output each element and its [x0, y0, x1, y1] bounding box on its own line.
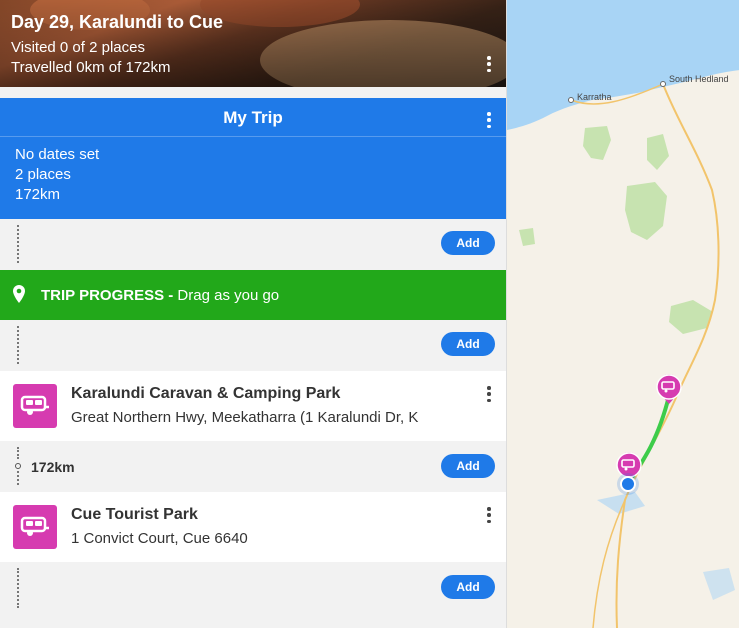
trip-progress-bar[interactable]: TRIP PROGRESS - Drag as you go — [0, 270, 506, 320]
route-connector — [17, 447, 19, 459]
trip-dates: No dates set — [15, 146, 100, 163]
trip-more-options-icon[interactable] — [483, 110, 495, 130]
insert-row: Add — [0, 320, 506, 371]
day-title: Day 29, Karalundi to Cue — [11, 12, 224, 32]
trip-progress-label: TRIP PROGRESS - — [41, 287, 174, 304]
place-more-options-icon[interactable] — [483, 505, 495, 525]
town-dot — [568, 97, 574, 103]
travelled-distance: Travelled 0km of 172km — [11, 59, 171, 76]
trip-divider — [0, 136, 506, 137]
route-connector — [17, 225, 19, 263]
leg-distance: 172km — [31, 459, 75, 475]
leg-node-icon — [15, 463, 21, 469]
town-dot — [660, 81, 666, 87]
map-view[interactable]: Karratha South Hedland — [506, 0, 739, 628]
day-more-options-icon[interactable] — [483, 54, 495, 74]
my-trip-card[interactable]: My Trip No dates set 2 places 172km — [0, 98, 506, 219]
town-label-south-hedland: South Hedland — [669, 74, 729, 84]
place-card[interactable]: Karalundi Caravan & Camping Park Great N… — [0, 371, 506, 441]
route-connector — [17, 568, 19, 608]
visited-count: Visited 0 of 2 places — [11, 39, 145, 56]
trip-distance: 172km — [15, 186, 61, 203]
day-header[interactable]: Day 29, Karalundi to Cue Visited 0 of 2 … — [0, 0, 506, 87]
location-pin-icon — [13, 285, 25, 303]
trip-progress-text: TRIP PROGRESS - Drag as you go — [41, 287, 279, 304]
current-location-icon — [617, 473, 639, 495]
add-stop-button[interactable]: Add — [441, 454, 495, 478]
insert-row: Add — [0, 562, 506, 628]
my-trip-title: My Trip — [223, 108, 283, 127]
caravan-icon — [13, 505, 57, 549]
place-name: Karalundi Caravan & Camping Park — [71, 385, 341, 402]
leg-row: 172km Add — [0, 441, 506, 492]
route-connector — [17, 471, 19, 485]
add-stop-button[interactable]: Add — [441, 332, 495, 356]
route-connector — [17, 326, 19, 364]
place-more-options-icon[interactable] — [483, 384, 495, 404]
town-label-karratha: Karratha — [577, 92, 612, 102]
caravan-icon — [13, 384, 57, 428]
add-stop-button[interactable]: Add — [441, 231, 495, 255]
place-card[interactable]: Cue Tourist Park 1 Convict Court, Cue 66… — [0, 492, 506, 562]
trip-progress-hint: Drag as you go — [177, 287, 280, 304]
add-stop-button[interactable]: Add — [441, 575, 495, 599]
place-name: Cue Tourist Park — [71, 506, 198, 523]
place-address: 1 Convict Court, Cue 6640 — [71, 530, 248, 547]
map-canvas[interactable]: Karratha South Hedland — [507, 0, 739, 628]
place-address: Great Northern Hwy, Meekatharra (1 Karal… — [71, 409, 419, 426]
trip-panel: Day 29, Karalundi to Cue Visited 0 of 2 … — [0, 0, 506, 628]
insert-row: Add — [0, 219, 506, 270]
trip-place-count: 2 places — [15, 166, 71, 183]
